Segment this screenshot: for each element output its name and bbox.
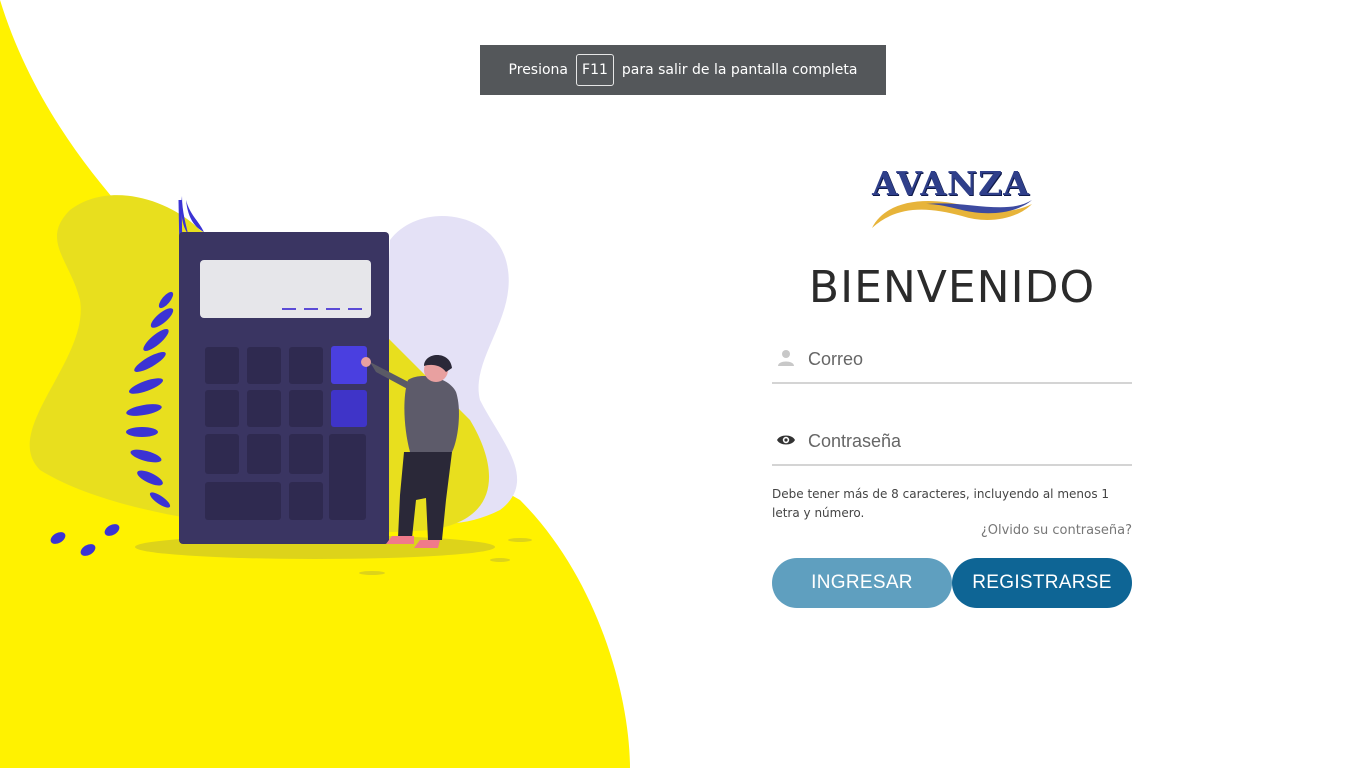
- user-icon: [778, 350, 794, 366]
- fullscreen-notice: Presiona F11 para salir de la pantalla c…: [480, 45, 886, 95]
- ground-dot: [490, 558, 510, 562]
- forgot-password-link[interactable]: ¿Olvido su contraseña?: [772, 523, 1132, 538]
- fullscreen-notice-prefix: Presiona: [508, 62, 569, 78]
- password-hint: Debe tener más de 8 caracteres, incluyen…: [772, 487, 1110, 520]
- login-button[interactable]: INGRESAR: [772, 558, 952, 608]
- f11-key-badge: F11: [576, 54, 614, 86]
- welcome-title: BIENVENIDO: [808, 262, 1096, 313]
- email-field[interactable]: [772, 344, 1132, 384]
- logo-swoosh: [872, 200, 1032, 228]
- hero-illustration: [0, 0, 630, 768]
- fullscreen-notice-suffix: para salir de la pantalla completa: [621, 62, 858, 78]
- password-field[interactable]: [772, 426, 1132, 466]
- password-input[interactable]: [808, 426, 1128, 456]
- brand-logo: AVANZA: [866, 162, 1036, 232]
- ground-dot: [508, 538, 532, 542]
- ground-dot: [359, 571, 385, 575]
- eye-icon[interactable]: [776, 430, 796, 450]
- calculator-illustration: [179, 232, 389, 544]
- email-input[interactable]: [808, 344, 1128, 374]
- register-button[interactable]: REGISTRARSE: [952, 558, 1132, 608]
